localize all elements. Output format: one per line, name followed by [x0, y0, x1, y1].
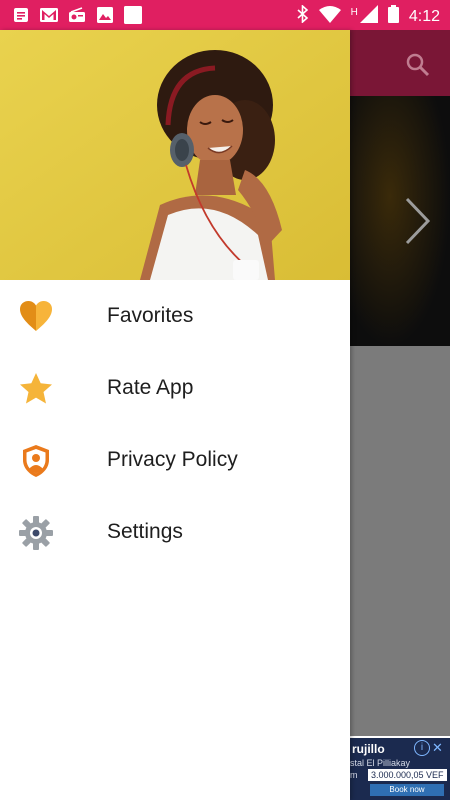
- network-type-label: H: [350, 7, 358, 18]
- menu-item-label: Favorites: [107, 304, 194, 327]
- background-app: rujillo i ✕ stal El Pilliakay m 3.000.00…: [350, 30, 450, 800]
- chevron-right-icon[interactable]: [402, 196, 432, 246]
- drawer-menu: Favorites Rate App Privacy Policy Settin…: [0, 280, 350, 568]
- background-content: [350, 346, 450, 736]
- bluetooth-icon: [297, 4, 309, 28]
- blank-icon: [124, 5, 142, 24]
- heart-icon: [18, 299, 54, 335]
- notes-icon: [12, 6, 30, 23]
- ad-close-icon[interactable]: ✕: [432, 740, 443, 756]
- image-icon: [96, 6, 114, 23]
- drawer-header-image: [0, 30, 350, 280]
- menu-item-settings[interactable]: Settings: [0, 496, 350, 568]
- menu-item-privacy-policy[interactable]: Privacy Policy: [0, 424, 350, 496]
- cell-signal-icon: [359, 5, 378, 28]
- ad-subtitle-2: m: [350, 770, 358, 780]
- wifi-icon: [318, 5, 341, 28]
- status-time: 4:12: [408, 7, 440, 25]
- ad-subtitle: stal El Pilliakay: [350, 758, 411, 768]
- menu-item-label: Privacy Policy: [107, 448, 238, 471]
- gmail-icon: [40, 6, 58, 23]
- radio-icon: [68, 6, 86, 23]
- gear-icon: [18, 515, 54, 551]
- status-bar-notifications: [12, 5, 142, 24]
- search-icon[interactable]: [405, 52, 431, 78]
- ad-book-button[interactable]: Book now: [370, 784, 444, 796]
- ad-price: 3.000.000,05 VEF: [368, 769, 447, 781]
- menu-item-favorites[interactable]: Favorites: [0, 280, 350, 352]
- background-toolbar: [350, 30, 450, 96]
- ad-title: rujillo: [352, 742, 385, 756]
- background-hero-image: [350, 96, 450, 346]
- ad-banner[interactable]: rujillo i ✕ stal El Pilliakay m 3.000.00…: [350, 738, 450, 800]
- menu-item-label: Rate App: [107, 376, 194, 399]
- menu-item-rate-app[interactable]: Rate App: [0, 352, 350, 424]
- navigation-drawer: Favorites Rate App Privacy Policy Settin…: [0, 30, 350, 800]
- menu-item-label: Settings: [107, 520, 183, 543]
- status-bar-system: H 4:12: [297, 4, 440, 28]
- status-bar: H 4:12: [0, 0, 450, 30]
- battery-icon: [387, 5, 399, 28]
- star-icon: [18, 371, 54, 407]
- ad-info-icon[interactable]: i: [414, 740, 430, 756]
- privacy-shield-icon: [18, 443, 54, 479]
